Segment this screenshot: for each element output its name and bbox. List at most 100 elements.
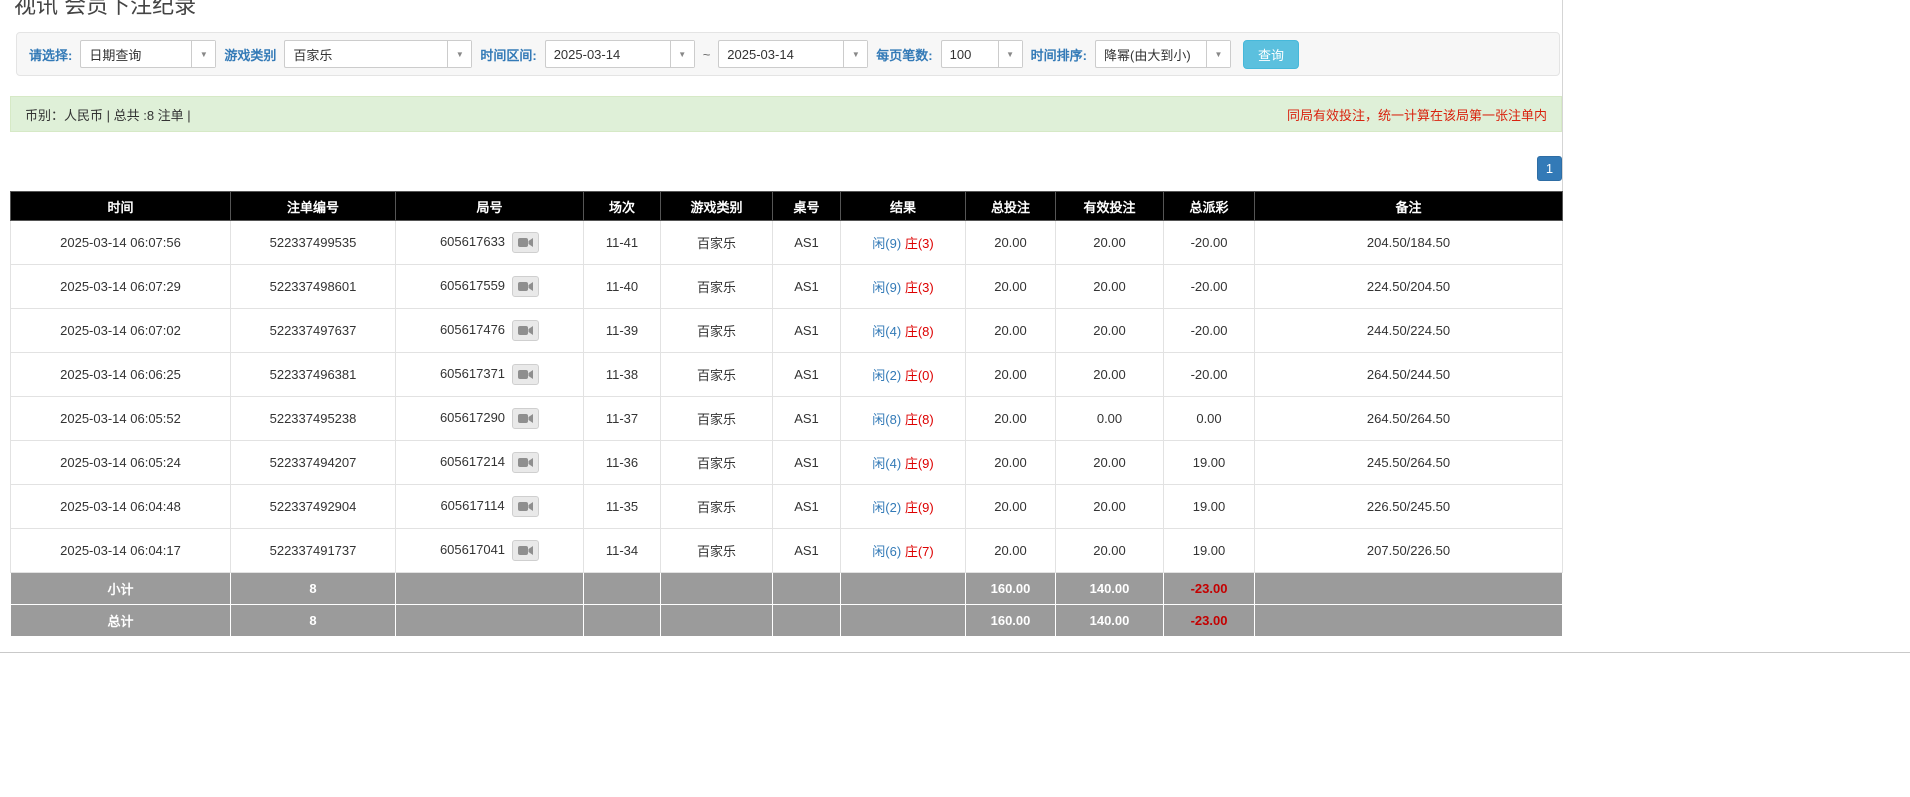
chevron-down-icon[interactable]: ▼ <box>998 41 1022 67</box>
date-from-select[interactable]: 2025-03-14 ▼ <box>545 40 695 68</box>
table-header: 时间注单编号局号场次游戏类别桌号结果总投注有效投注总派彩备注 <box>11 192 1563 221</box>
table-header-row: 时间注单编号局号场次游戏类别桌号结果总投注有效投注总派彩备注 <box>11 192 1563 221</box>
game-type-select[interactable]: 百家乐 ▼ <box>284 40 472 68</box>
video-replay-icon[interactable] <box>512 408 539 429</box>
date-range-separator: ~ <box>703 47 711 62</box>
video-replay-icon[interactable] <box>512 276 539 297</box>
valid-bet-cell: 20.00 <box>1056 485 1164 529</box>
game-type-label: 游戏类别 <box>224 45 276 64</box>
remark-cell: 264.50/244.50 <box>1255 353 1563 397</box>
session-cell: 11-40 <box>584 265 661 309</box>
page-container: 视讯 会员下注纪录 请选择: 日期查询 ▼ 游戏类别 百家乐 ▼ 时间区间: 2… <box>0 0 1563 637</box>
result-banker: 庄(3) <box>905 236 934 251</box>
remark-cell: 226.50/245.50 <box>1255 485 1563 529</box>
total-bet-cell[interactable]: 20.00 <box>966 397 1056 441</box>
remark-cell: 207.50/226.50 <box>1255 529 1563 573</box>
chevron-down-icon[interactable]: ▼ <box>1206 41 1230 67</box>
table-number-cell: AS1 <box>773 485 841 529</box>
result-banker: 庄(7) <box>905 544 934 559</box>
round-number: 605617476 <box>440 322 505 337</box>
date-to-select[interactable]: 2025-03-14 ▼ <box>718 40 868 68</box>
page-size-select[interactable]: 100 ▼ <box>941 40 1023 68</box>
round-number-cell: 605617476 <box>396 309 584 353</box>
subtotal-row-payout: -23.00 <box>1164 573 1255 605</box>
bet-id-cell: 522337491737 <box>231 529 396 573</box>
chevron-down-icon[interactable]: ▼ <box>843 41 867 67</box>
round-number-cell: 605617214 <box>396 441 584 485</box>
bet-time-cell: 2025-03-14 06:07:56 <box>11 221 231 265</box>
chevron-down-icon[interactable]: ▼ <box>670 41 694 67</box>
result-banker: 庄(0) <box>905 368 934 383</box>
total-bet-cell[interactable]: 20.00 <box>966 353 1056 397</box>
grand-total-row: 总计8160.00140.00-23.00 <box>11 605 1563 637</box>
page-size-value: 100 <box>942 41 998 67</box>
column-header-4: 游戏类别 <box>661 192 773 221</box>
summary-bar: 币别：人民币 | 总共 :8 注单 | 同局有效投注，统一计算在该局第一张注单内 <box>10 96 1562 132</box>
subtotal-row-total-bet: 160.00 <box>966 573 1056 605</box>
subtotal-row-empty-remark <box>1255 573 1563 605</box>
valid-bet-cell: 20.00 <box>1056 221 1164 265</box>
chevron-down-icon[interactable]: ▼ <box>191 41 215 67</box>
subtotal-row-count: 8 <box>231 573 396 605</box>
sort-value: 降幂(由大到小) <box>1096 41 1206 67</box>
result-player: 闲(2) <box>872 368 901 383</box>
subtotal-row-empty-round <box>396 573 584 605</box>
total-bet-cell[interactable]: 20.00 <box>966 265 1056 309</box>
page-button-1[interactable]: 1 <box>1537 156 1562 181</box>
total-bet-cell[interactable]: 20.00 <box>966 485 1056 529</box>
payout-cell: 19.00 <box>1164 529 1255 573</box>
game-type-cell: 百家乐 <box>661 221 773 265</box>
bet-id-cell: 522337497637 <box>231 309 396 353</box>
result-banker: 庄(8) <box>905 412 934 427</box>
round-number-cell: 605617041 <box>396 529 584 573</box>
result-player: 闲(9) <box>872 236 901 251</box>
video-replay-icon[interactable] <box>512 364 539 385</box>
video-replay-icon[interactable] <box>512 540 539 561</box>
round-number: 605617041 <box>440 542 505 557</box>
search-button[interactable]: 查询 <box>1243 40 1299 69</box>
total-bet-cell[interactable]: 20.00 <box>966 529 1056 573</box>
column-header-10: 备注 <box>1255 192 1563 221</box>
session-cell: 11-35 <box>584 485 661 529</box>
result-banker: 庄(9) <box>905 456 934 471</box>
table-body: 2025-03-14 06:07:56522337499535605617633… <box>11 221 1563 637</box>
video-replay-icon[interactable] <box>512 232 539 253</box>
table-row: 2025-03-14 06:07:56522337499535605617633… <box>11 221 1563 265</box>
video-replay-icon[interactable] <box>512 452 539 473</box>
result-player: 闲(6) <box>872 544 901 559</box>
table-number-cell: AS1 <box>773 353 841 397</box>
game-type-cell: 百家乐 <box>661 397 773 441</box>
pagination: 1 <box>10 156 1562 181</box>
video-replay-icon[interactable] <box>512 320 539 341</box>
summary-notice-text: 同局有效投注，统一计算在该局第一张注单内 <box>1287 105 1547 124</box>
grand-total-row-empty-result <box>841 605 966 637</box>
bet-time-cell: 2025-03-14 06:07:02 <box>11 309 231 353</box>
chevron-down-icon[interactable]: ▼ <box>447 41 471 67</box>
total-bet-cell[interactable]: 20.00 <box>966 441 1056 485</box>
remark-cell: 264.50/264.50 <box>1255 397 1563 441</box>
result-player: 闲(9) <box>872 280 901 295</box>
column-header-2: 局号 <box>396 192 584 221</box>
bet-time-cell: 2025-03-14 06:07:29 <box>11 265 231 309</box>
total-bet-cell[interactable]: 20.00 <box>966 221 1056 265</box>
video-replay-icon[interactable] <box>512 496 539 517</box>
sort-select[interactable]: 降幂(由大到小) ▼ <box>1095 40 1231 68</box>
valid-bet-cell: 20.00 <box>1056 353 1164 397</box>
table-row: 2025-03-14 06:04:17522337491737 605617041… <box>11 529 1563 573</box>
result-player: 闲(8) <box>872 412 901 427</box>
query-type-select[interactable]: 日期查询 ▼ <box>80 40 216 68</box>
subtotal-row-empty-game <box>661 573 773 605</box>
table-row: 2025-03-14 06:07:02522337497637 605617476… <box>11 309 1563 353</box>
subtotal-row-valid-bet: 140.00 <box>1056 573 1164 605</box>
result-cell: 闲(4) 庄(8) <box>841 309 966 353</box>
result-player: 闲(4) <box>872 456 901 471</box>
total-bet-cell[interactable]: 20.00 <box>966 309 1056 353</box>
grand-total-row-empty-remark <box>1255 605 1563 637</box>
remark-cell: 204.50/184.50 <box>1255 221 1563 265</box>
column-header-8: 有效投注 <box>1056 192 1164 221</box>
table-number-cell: AS1 <box>773 529 841 573</box>
result-player: 闲(2) <box>872 500 901 515</box>
bet-time-cell: 2025-03-14 06:04:17 <box>11 529 231 573</box>
bet-id-cell: 522337494207 <box>231 441 396 485</box>
bet-time-cell: 2025-03-14 06:05:52 <box>11 397 231 441</box>
